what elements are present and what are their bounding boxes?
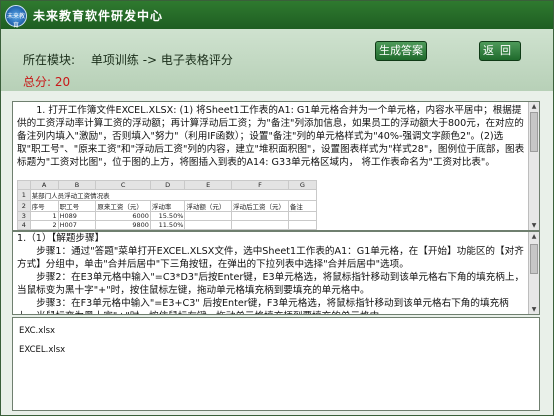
- sheet-cell: H007: [57, 220, 97, 230]
- sheet-cell: 职工号: [57, 200, 97, 212]
- module-info: 所在模块: 单项训练 -> 电子表格评分: [23, 51, 233, 68]
- header-panel: 所在模块: 单项训练 -> 电子表格评分 总分: 20 生成答案 返回: [1, 29, 553, 91]
- sheet-cell: 原来工资（元）: [95, 200, 151, 212]
- sheet-cell: 15.50%: [149, 211, 186, 221]
- sheet-cell: 4: [17, 220, 31, 230]
- sheet-cell: 9800: [95, 220, 151, 230]
- sheet-table: A B C D E F G 1 某部门人员浮动工资情况表 2 序号 职工号 原来…: [17, 180, 318, 230]
- sheet-col-header: [17, 180, 31, 190]
- generate-answer-button[interactable]: 生成答案: [375, 41, 427, 61]
- answer-step: 步骤1：通过"答题"菜单打开EXCEL.XLSX文件，选中Sheet1工作表的A…: [17, 246, 524, 270]
- sheet-col-header: G: [287, 180, 318, 190]
- sheet-cell: 某部门人员浮动工资情况表: [29, 189, 318, 201]
- sheet-col-header: F: [231, 180, 289, 190]
- sheet-cell: 浮动后工资（元）: [231, 200, 289, 212]
- sheet-cell: [184, 211, 233, 221]
- score-text: 总分: 20: [23, 75, 71, 89]
- sheet-row: 4 2 H007 9800 11.50%: [17, 220, 318, 230]
- question-text: 1. 打开工作簿文件EXCEL.XLSX: (1) 将Sheet1工作表的A1:…: [17, 105, 525, 168]
- answer-step: 步骤2：在E3单元格中输入"=C3*D3"后按Enter键，E3单元格选，将鼠标…: [17, 272, 525, 296]
- sheet-cell: [287, 211, 318, 221]
- title-bar: 未来教育 未来教育软件研发中心: [1, 1, 553, 29]
- sheet-cell: H089: [57, 211, 97, 221]
- answer-step: 步骤3：在F3单元格中输入"=E3+C3" 后按Enter键，F3单元格选，将鼠…: [17, 298, 509, 314]
- sheet-cell: 2: [17, 200, 31, 212]
- sheet-header-row: A B C D E F G: [17, 180, 318, 190]
- sheet-cell: 备注: [287, 200, 318, 212]
- scroll-up-icon[interactable]: ▲: [529, 232, 539, 241]
- sheet-cell: 1: [29, 211, 59, 221]
- logo-text: 未来教育: [6, 13, 25, 29]
- app-title: 未来教育软件研发中心: [33, 9, 164, 23]
- sheet-cell: [287, 220, 318, 230]
- sheet-cell: 2: [29, 220, 59, 230]
- file-list-panel: EXC.xlsx EXCEL.xlsx: [12, 317, 540, 411]
- sheet-col-header: A: [29, 180, 59, 190]
- module-value: 单项训练 -> 电子表格评分: [90, 53, 233, 67]
- app-logo-icon: 未来教育: [5, 5, 27, 29]
- sheet-col-header: B: [57, 180, 97, 190]
- answer-text: 1.（1）【解题步骤】 步骤1：通过"答题"菜单打开EXCEL.XLSX文件，选…: [17, 232, 527, 314]
- answer-scrollbar[interactable]: ▲ ▼: [528, 232, 539, 314]
- main-window: 未来教育 未来教育软件研发中心 所在模块: 单项训练 -> 电子表格评分 总分:…: [0, 0, 554, 416]
- sheet-cell: [184, 220, 233, 230]
- sheet-cell: [231, 211, 289, 221]
- scroll-down-icon[interactable]: ▼: [529, 305, 539, 314]
- module-label: 所在模块:: [23, 53, 76, 67]
- sheet-row: 1 某部门人员浮动工资情况表: [17, 189, 318, 201]
- sheet-cell: 1: [17, 189, 31, 201]
- file-item[interactable]: EXC.xlsx: [19, 326, 55, 336]
- sheet-cell: [231, 220, 289, 230]
- back-button[interactable]: 返回: [479, 41, 521, 61]
- sheet-cell: 序号: [29, 200, 59, 212]
- sheet-row: 3 1 H089 6000 15.50%: [17, 211, 318, 221]
- sheet-cell: 6000: [95, 211, 151, 221]
- sheet-cell: 11.50%: [149, 220, 186, 230]
- sheet-col-header: C: [95, 180, 151, 190]
- answer-heading: 1.（1）【解题步骤】: [17, 233, 105, 244]
- sheet-cell: 浮动额（元）: [184, 200, 233, 212]
- sheet-preview: A B C D E F G 1 某部门人员浮动工资情况表 2 序号 职工号 原来…: [17, 180, 318, 230]
- question-scrollbar[interactable]: ▲ ▼: [528, 102, 539, 230]
- question-panel[interactable]: 1. 打开工作簿文件EXCEL.XLSX: (1) 将Sheet1工作表的A1:…: [12, 101, 540, 231]
- scroll-thumb[interactable]: [530, 244, 538, 274]
- sheet-row: 2 序号 职工号 原来工资（元） 浮动率 浮动额（元） 浮动后工资（元） 备注: [17, 200, 318, 212]
- sheet-cell: 3: [17, 211, 31, 221]
- file-item[interactable]: EXCEL.xlsx: [19, 345, 65, 355]
- scroll-down-icon[interactable]: ▼: [529, 221, 539, 230]
- sheet-cell: 浮动率: [149, 200, 186, 212]
- sheet-col-header: E: [184, 180, 233, 190]
- scroll-up-icon[interactable]: ▲: [529, 102, 539, 111]
- sheet-col-header: D: [149, 180, 186, 190]
- scroll-thumb[interactable]: [530, 112, 538, 152]
- answer-panel[interactable]: 1.（1）【解题步骤】 步骤1：通过"答题"菜单打开EXCEL.XLSX文件，选…: [12, 231, 540, 315]
